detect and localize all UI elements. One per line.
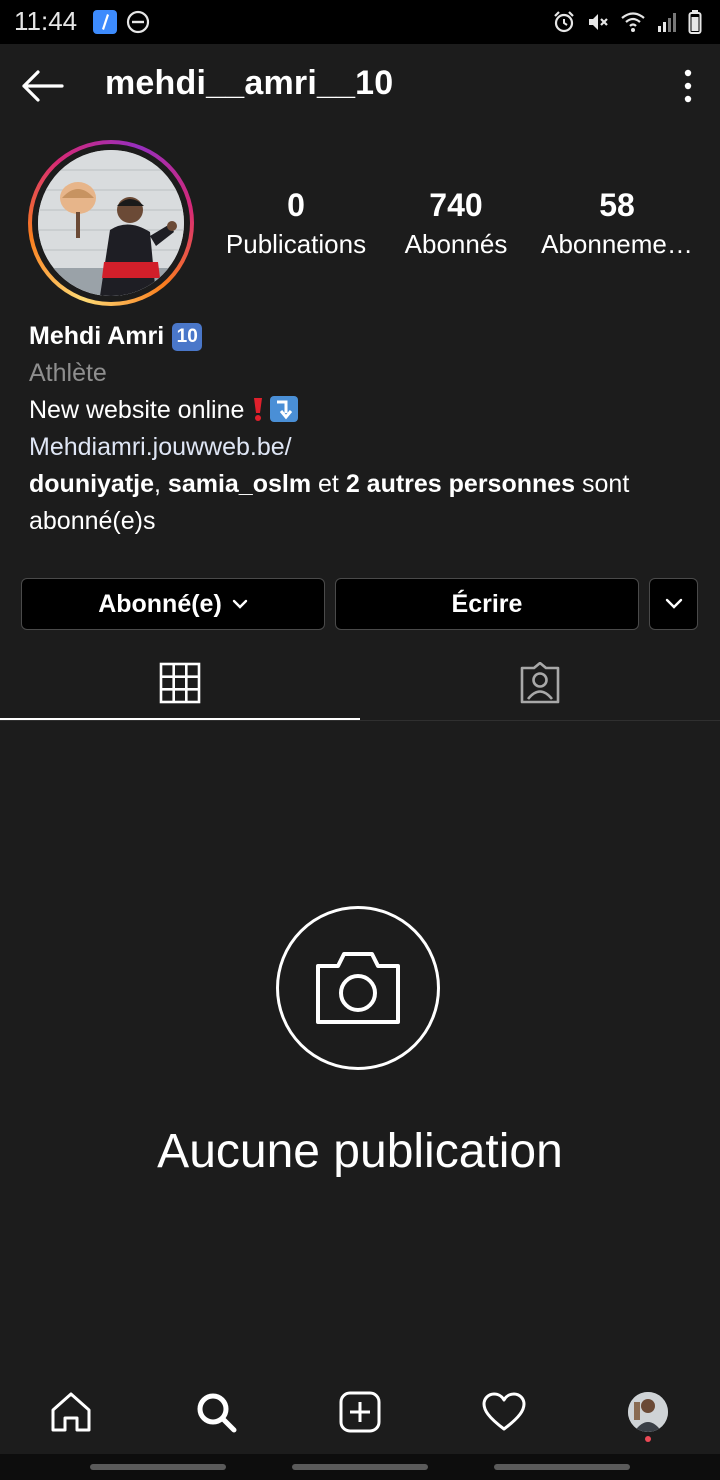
nav-search[interactable] [192, 1388, 240, 1436]
bio-text: New website online [29, 396, 245, 424]
more-vertical-icon [684, 69, 692, 103]
signal-icon [656, 10, 678, 39]
status-bar: 11:44 [0, 0, 720, 44]
profile-name-row: Mehdi Amri 10 [29, 318, 709, 355]
following-button[interactable]: Abonné(e) [21, 578, 325, 630]
system-navigation-bar [0, 1454, 720, 1480]
notification-dot [645, 1436, 651, 1442]
stat-publications-label: Publications [225, 229, 367, 259]
stat-publications[interactable]: 0 Publications [210, 186, 382, 261]
keycap-ten-emoji: 10 [172, 322, 203, 351]
status-left-icons [92, 9, 150, 40]
profile-avatar [38, 150, 184, 296]
alarm-icon [552, 10, 576, 39]
following-button-label: Abonné(e) [98, 589, 222, 618]
message-button-label: Écrire [451, 589, 523, 618]
stat-followers[interactable]: 740 Abonnés [386, 186, 526, 261]
followed-by-user-1[interactable]: douniyatje [29, 470, 154, 498]
mute-icon [586, 10, 610, 39]
message-button[interactable]: Écrire [335, 578, 639, 630]
arrow-left-icon [22, 70, 64, 102]
add-post-icon [339, 1391, 381, 1433]
battery-icon [688, 9, 702, 40]
profile-avatar-story-ring[interactable] [28, 140, 194, 306]
back-button[interactable] [18, 66, 66, 106]
home-icon [51, 1392, 91, 1432]
profile-screen: 11:44 mehdi__amri__10 0 Publications 740… [0, 0, 720, 1480]
nav-add-post[interactable] [336, 1388, 384, 1436]
tab-grid[interactable] [0, 648, 360, 720]
profile-username: mehdi__amri__10 [105, 64, 394, 102]
profile-bio: Mehdi Amri 10 Athlète New website online… [29, 318, 709, 540]
bio-text-row: New website online [29, 392, 709, 429]
suggested-accounts-button[interactable] [649, 578, 698, 630]
search-icon [197, 1393, 237, 1433]
nav-profile[interactable] [624, 1388, 672, 1442]
more-options-button[interactable] [676, 64, 700, 108]
system-gesture-recents[interactable] [90, 1464, 226, 1470]
system-gesture-back[interactable] [494, 1464, 630, 1470]
app-notification-icon [92, 9, 118, 40]
status-right-icons [552, 9, 702, 40]
stat-following[interactable]: 58 Abonneme… [540, 186, 694, 261]
profile-stats: 0 Publications 740 Abonnés 58 Abonneme… [210, 186, 710, 276]
profile-full-name: Mehdi Amri [29, 322, 165, 350]
camera-icon [316, 952, 400, 1024]
stat-following-label: Abonneme… [541, 229, 693, 259]
chevron-down-icon [232, 599, 247, 609]
followed-by-others[interactable]: 2 autres personnes [346, 470, 575, 498]
wifi-icon [620, 10, 646, 39]
profile-category: Athlète [29, 359, 107, 387]
system-gesture-home[interactable] [292, 1464, 428, 1470]
profile-header: mehdi__amri__10 [0, 44, 720, 128]
arrow-down-emoji-icon [270, 396, 299, 422]
nav-activity[interactable] [480, 1388, 528, 1436]
profile-tabs [0, 648, 720, 721]
chevron-down-icon [665, 598, 682, 609]
tab-tagged[interactable] [360, 648, 720, 718]
nav-home[interactable] [47, 1388, 95, 1436]
status-time: 11:44 [14, 6, 78, 36]
stat-publications-count: 0 [287, 187, 305, 223]
stat-followers-count: 740 [429, 187, 483, 223]
stat-following-count: 58 [599, 187, 635, 223]
followed-by-user-2[interactable]: samia_oslm [168, 470, 311, 498]
bottom-navigation [0, 1372, 720, 1454]
tagged-person-icon [520, 662, 560, 704]
empty-state-text: Aucune publication [157, 1125, 563, 1178]
profile-website-link[interactable]: Mehdiamri.jouwweb.be/ [29, 429, 709, 466]
empty-state-camera [276, 906, 440, 1070]
profile-avatar [628, 1392, 668, 1432]
grid-icon [159, 662, 201, 704]
heart-icon [482, 1392, 526, 1431]
followed-by-text[interactable]: douniyatje, samia_oslm et 2 autres perso… [29, 466, 709, 540]
do-not-disturb-icon [126, 10, 150, 39]
exclamation-emoji-icon [254, 398, 263, 421]
stat-followers-label: Abonnés [404, 229, 508, 259]
